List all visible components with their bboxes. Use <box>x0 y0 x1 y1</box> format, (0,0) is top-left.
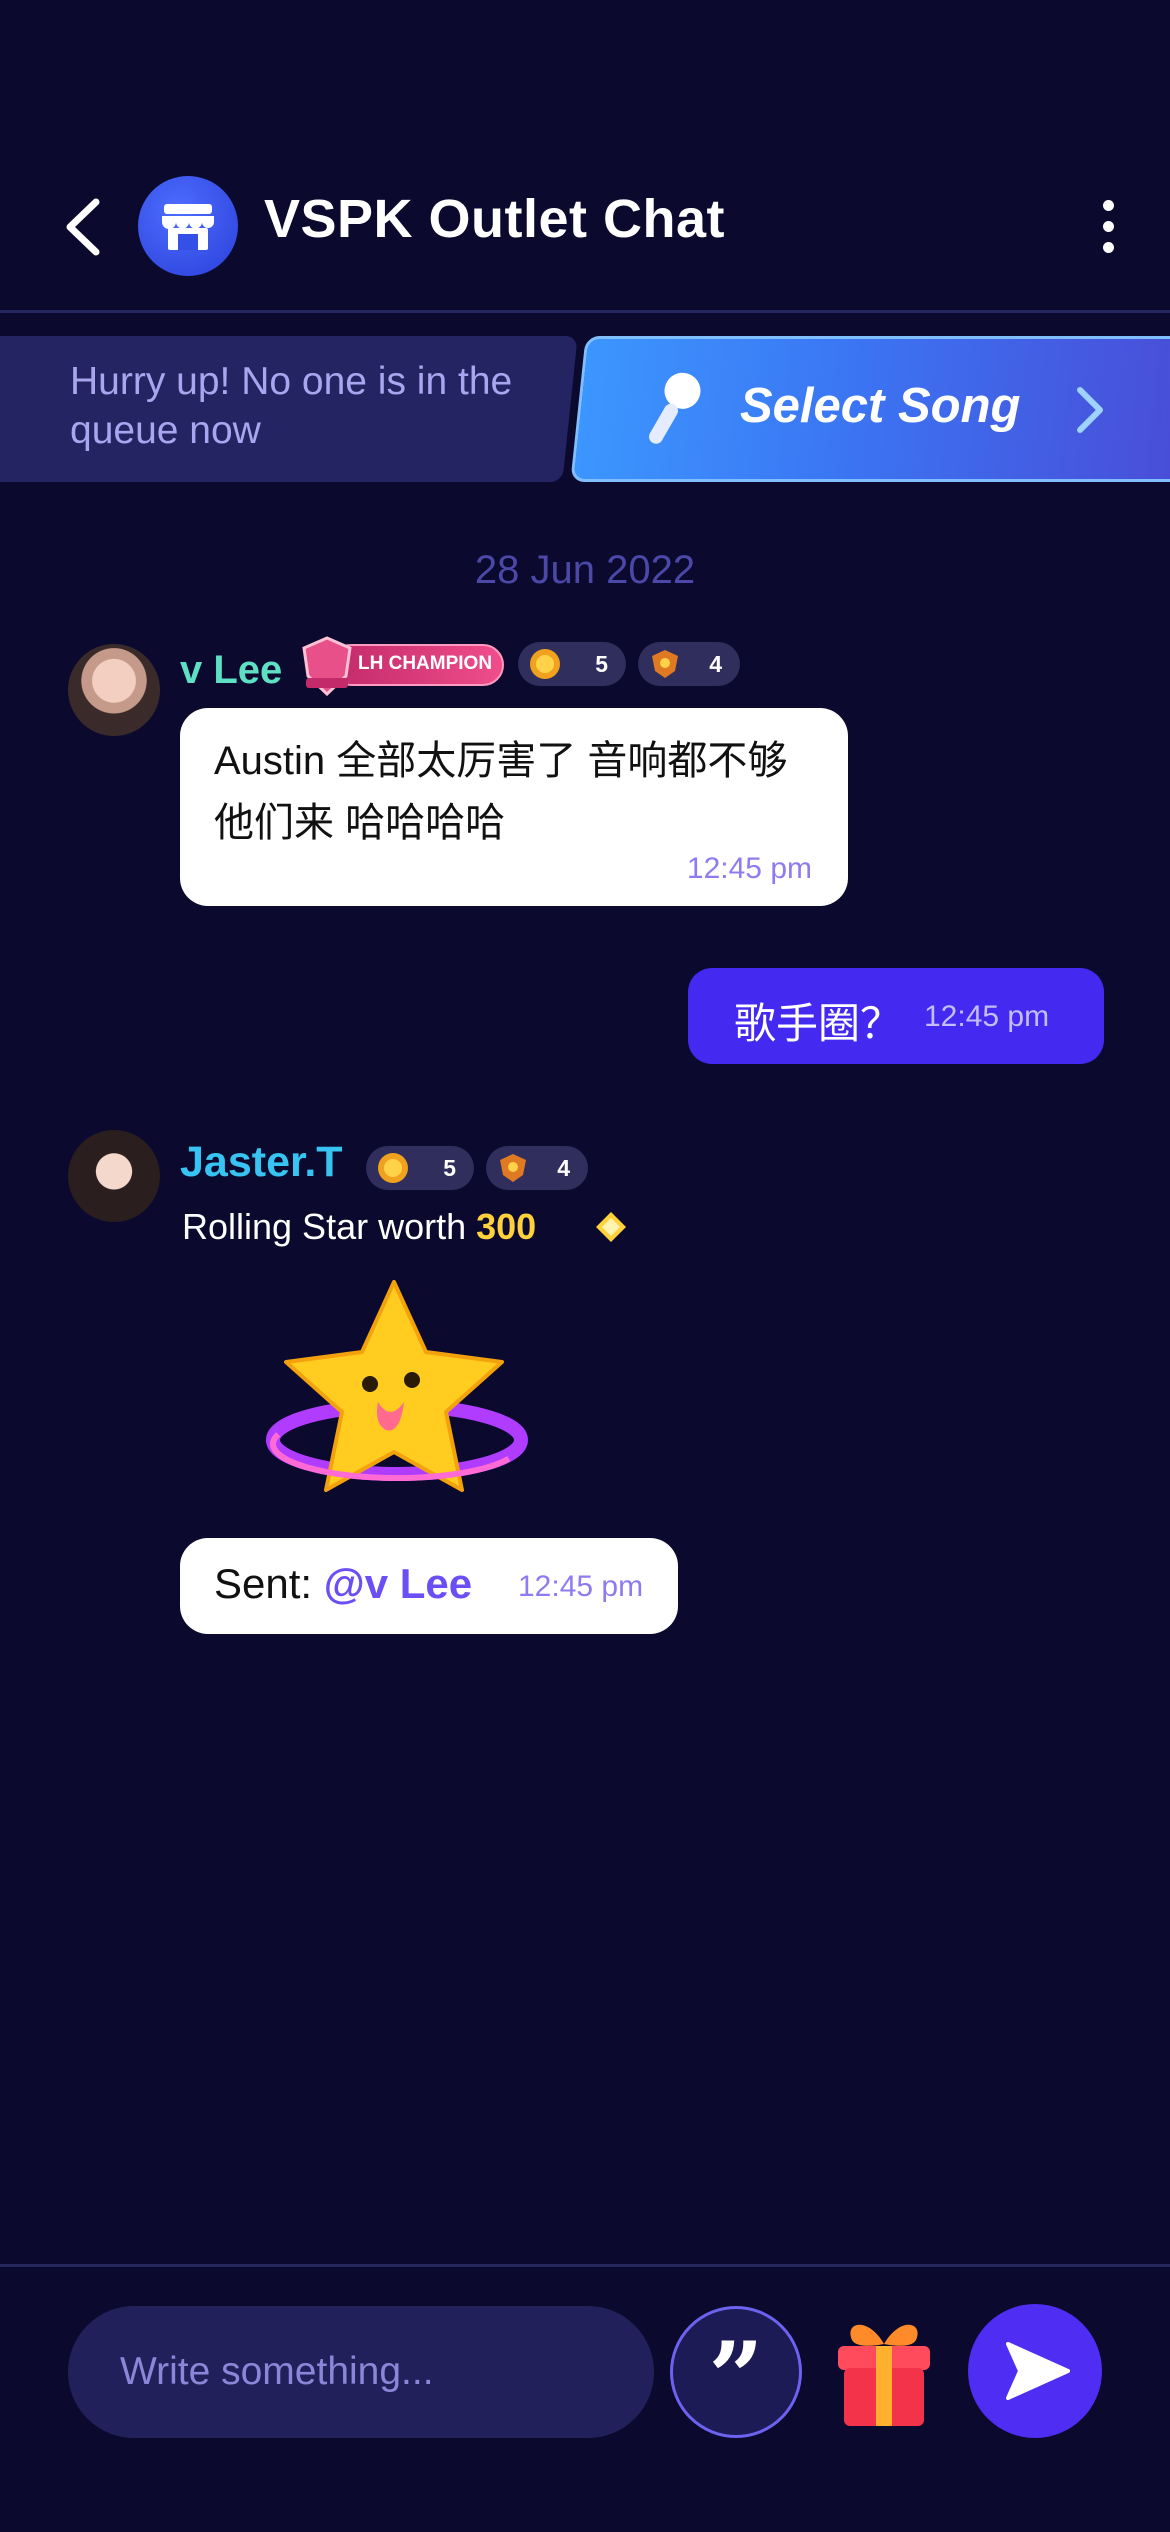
gift-description: Rolling Star worth 300 <box>182 1206 536 1248</box>
gift-icon[interactable] <box>818 2306 950 2438</box>
shield-rank-icon <box>652 650 678 678</box>
select-song-label[interactable]: Select Song <box>740 378 1020 434</box>
rolling-star-gift[interactable] <box>266 1272 528 1512</box>
own-message-bubble[interactable]: 歌手圈？ 12:45 pm <box>688 968 1104 1064</box>
store-icon <box>162 204 214 250</box>
message-time: 12:45 pm <box>686 852 812 885</box>
queue-status-text: Hurry up! No one is in the queue now <box>70 360 513 452</box>
message-text: Austin 全部太厉害了 音响都不够他们来 哈哈哈哈 <box>214 739 788 845</box>
rank-badge: 4 <box>486 1146 588 1190</box>
sun-level-icon <box>378 1153 408 1183</box>
diamond-icon <box>596 1212 626 1242</box>
message-time: 12:45 pm <box>518 1570 644 1603</box>
level-badge: 5 <box>518 642 626 686</box>
composer-divider <box>0 2264 1170 2267</box>
page-title: VSPK Outlet Chat <box>264 189 726 249</box>
gift-sent-bubble[interactable]: Sent: @v Lee 12:45 pm <box>180 1538 678 1634</box>
champion-shield-icon <box>302 636 352 696</box>
quote-icon: ” <box>708 2321 764 2434</box>
rank-badge: 4 <box>638 642 740 686</box>
gift-sent-text: Sent: @v Lee <box>214 1560 473 1607</box>
gift-amount: 300 <box>476 1206 537 1247</box>
message-time: 12:45 pm <box>924 1000 1050 1033</box>
sender-name[interactable]: Jaster.T <box>180 1138 343 1187</box>
date-separator: 28 Jun 2022 <box>474 548 696 592</box>
message-input[interactable] <box>68 2306 654 2438</box>
gift-prefix: Rolling Star worth <box>182 1206 467 1247</box>
send-button[interactable] <box>968 2304 1102 2438</box>
shield-rank-icon <box>500 1154 526 1182</box>
champion-badge-label: LH CHAMPION <box>358 653 493 674</box>
message-text: 歌手圈？ <box>734 1000 903 1047</box>
microphone-icon <box>649 372 701 444</box>
level-badge: 5 <box>366 1146 474 1190</box>
chat-header: VSPK Outlet Chat <box>0 0 1170 312</box>
quick-phrase-button[interactable]: ” <box>670 2306 802 2438</box>
champion-badge: LH CHAMPION <box>300 636 506 696</box>
mention-link[interactable]: @v Lee <box>324 1560 472 1607</box>
avatar[interactable] <box>68 644 160 736</box>
more-options-icon[interactable] <box>1098 200 1118 256</box>
message-bubble[interactable]: Austin 全部太厉害了 音响都不够他们来 哈哈哈哈 12:45 pm <box>180 708 848 906</box>
header-divider <box>0 310 1170 313</box>
avatar[interactable] <box>68 1130 160 1222</box>
sun-level-icon <box>530 649 560 679</box>
chevron-right-icon[interactable] <box>1072 384 1106 436</box>
chevron-left-icon[interactable] <box>60 196 106 258</box>
send-icon <box>1006 2342 1070 2400</box>
store-avatar[interactable] <box>138 176 238 276</box>
sender-name[interactable]: v Lee <box>180 648 282 693</box>
